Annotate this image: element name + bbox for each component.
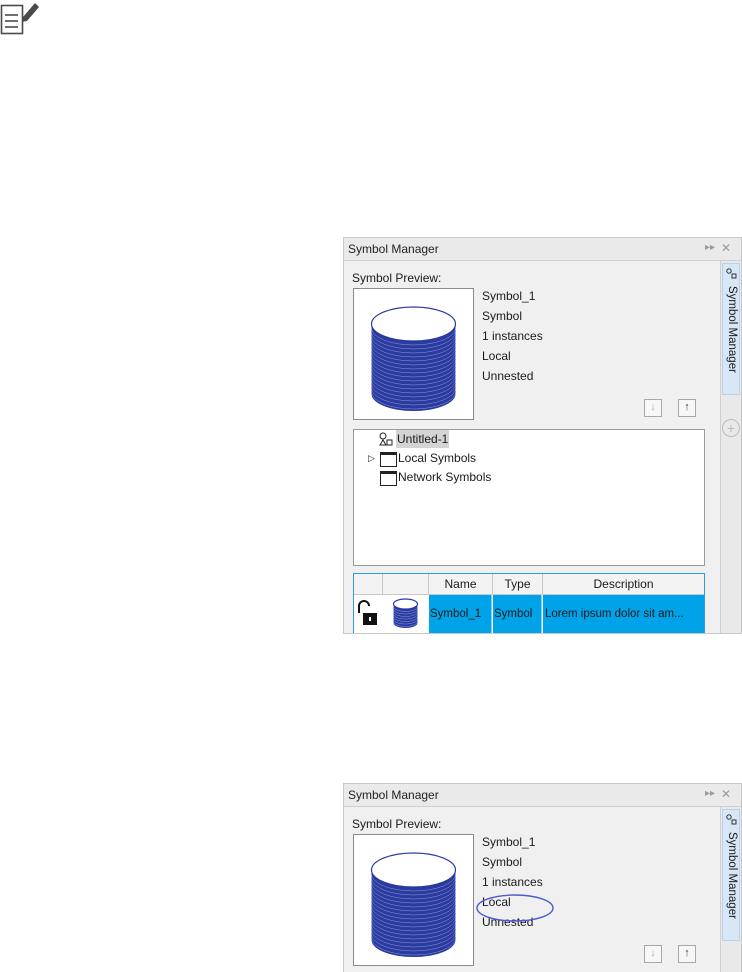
thumbnail-cell [383, 595, 428, 633]
expand-icon[interactable]: ▸▸ [705, 242, 715, 253]
cylinder-symbol-image [370, 306, 457, 411]
tree-root-label: Untitled-1 [396, 430, 450, 448]
cylinder-thumbnail [392, 598, 419, 628]
docker-side-tabs: Symbol Manager [720, 807, 741, 972]
symbol-description-cell[interactable]: Lorem ipsum dolor sit am... [543, 595, 704, 633]
side-tab-label: Symbol Manager [726, 286, 738, 373]
cylinder-thumbnail-shape [392, 598, 419, 628]
symbol-preview [353, 834, 474, 966]
cylinder-shape [370, 306, 457, 411]
symbol-icon [726, 814, 737, 825]
highlight-ellipse [476, 894, 554, 922]
symbol-manager-docker: Symbol Manager ▸▸ ✕ Symbol Preview: Symb… [343, 237, 742, 634]
side-tab-symbol-manager[interactable]: Symbol Manager [722, 809, 740, 941]
export-button[interactable]: ↑ [678, 399, 696, 417]
cylinder-symbol-image [370, 852, 457, 957]
expand-arrow-icon[interactable]: ▷ [368, 449, 375, 467]
side-tab-symbol-manager[interactable]: Symbol Manager [722, 263, 740, 395]
folder-icon [380, 452, 397, 467]
symbols-table: Name Type Description Symbol_1 Symbol Lo… [353, 573, 705, 633]
docker-content: Symbol Preview: Symbol_1 Symbol 1 instan… [344, 261, 710, 633]
symbol-instances: 1 instances [482, 329, 543, 343]
cylinder-shape [370, 852, 457, 957]
close-icon[interactable]: ✕ [721, 787, 731, 801]
side-tab-label: Symbol Manager [726, 832, 738, 919]
symbol-name: Symbol_1 [482, 835, 536, 849]
docker-side-tabs: Symbol Manager + [720, 261, 741, 633]
import-button[interactable]: ↓ [644, 945, 662, 963]
lock-cell[interactable] [354, 595, 382, 633]
expand-icon[interactable]: ▸▸ [705, 788, 715, 799]
symbol-type: Symbol [482, 309, 523, 323]
symbol-info: Symbol_1 Symbol 1 instances Local Unnest… [482, 286, 543, 386]
docker-title: Symbol Manager [348, 242, 439, 256]
close-icon[interactable]: ✕ [721, 241, 731, 255]
symbol-instances: 1 instances [482, 875, 543, 889]
docker-titlebar: Symbol Manager ▸▸ ✕ [344, 784, 741, 807]
table-row[interactable]: Symbol_1 Symbol Lorem ipsum dolor sit am… [354, 574, 704, 633]
symbol-scope: Local [482, 349, 511, 363]
export-button[interactable]: ↑ [678, 945, 696, 963]
tree-item-label: Local Symbols [398, 451, 477, 465]
docker-content: Symbol Preview: Symbol_1 Symbol 1 instan… [344, 807, 710, 972]
preview-label: Symbol Preview: [352, 817, 442, 831]
preview-label: Symbol Preview: [352, 271, 442, 285]
docker-title: Symbol Manager [348, 788, 439, 802]
tree-item-label: Network Symbols [398, 470, 492, 484]
symbol-preview [353, 288, 474, 420]
symbol-nesting: Unnested [482, 369, 534, 383]
symbol-type: Symbol [482, 855, 523, 869]
symbol-name-cell[interactable]: Symbol_1 [429, 595, 492, 633]
symbol-icon [379, 432, 393, 446]
note-edit-icon [0, 0, 40, 40]
docker-titlebar: Symbol Manager ▸▸ ✕ [344, 238, 741, 261]
unlock-icon [358, 600, 377, 625]
symbol-name: Symbol_1 [482, 289, 536, 303]
symbol-library-tree: Untitled-1 ▷ Local Symbols Network Symbo… [353, 429, 705, 566]
symbol-type-cell[interactable]: Symbol [493, 595, 542, 633]
import-button[interactable]: ↓ [644, 399, 662, 417]
add-tab-icon[interactable]: + [722, 419, 740, 437]
symbol-icon [726, 268, 737, 279]
symbol-manager-docker-2: Symbol Manager ▸▸ ✕ Symbol Preview: Symb… [343, 783, 742, 972]
folder-icon [380, 471, 397, 486]
